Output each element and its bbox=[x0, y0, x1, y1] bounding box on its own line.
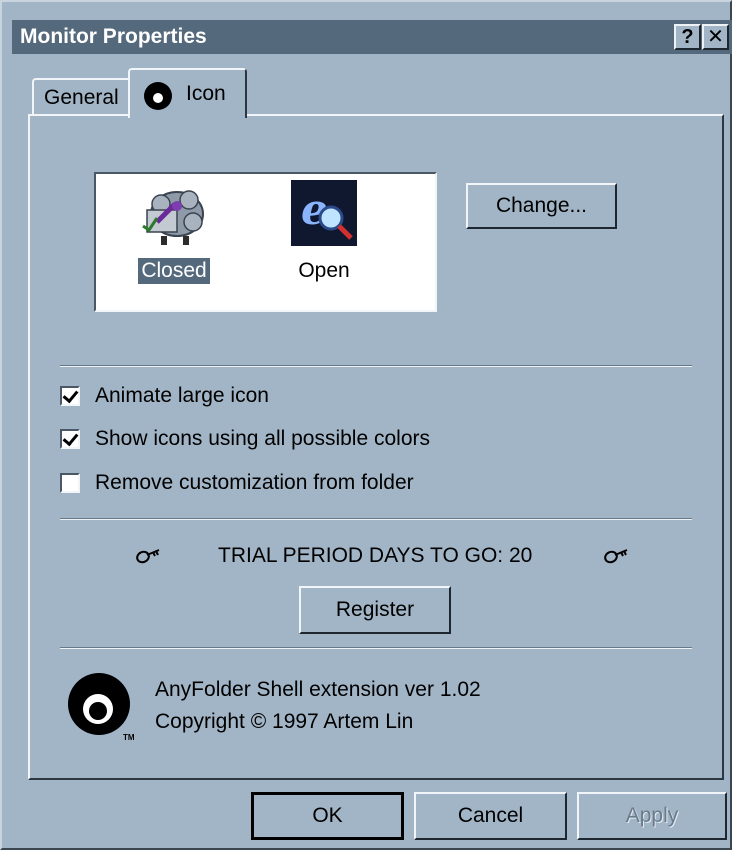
animate-large-icon-checkbox[interactable]: Animate large icon bbox=[60, 384, 269, 408]
open-icon-item[interactable]: e Open bbox=[284, 180, 364, 284]
key-icon bbox=[136, 549, 160, 564]
internet-explorer-magnifier-icon: e bbox=[291, 180, 357, 246]
separator bbox=[60, 365, 692, 367]
icon-preview-box: Closed e Open bbox=[94, 172, 437, 312]
checkbox-label: Show icons using all possible colors bbox=[95, 427, 431, 450]
trademark-mark: TM bbox=[123, 733, 135, 742]
apply-button[interactable]: Apply bbox=[577, 792, 727, 840]
closed-label: Closed bbox=[137, 257, 211, 285]
tab-general[interactable]: General bbox=[32, 78, 132, 116]
show-all-colors-checkbox[interactable]: Show icons using all possible colors bbox=[60, 427, 430, 451]
register-button[interactable]: Register bbox=[299, 586, 451, 634]
about-product-text: AnyFolder Shell extension ver 1.02 bbox=[155, 678, 481, 701]
remove-customization-checkbox[interactable]: Remove customization from folder bbox=[60, 471, 414, 495]
trial-period-text: TRIAL PERIOD DAYS TO GO: 20 bbox=[218, 544, 533, 567]
about-copyright-text: Copyright © 1997 Artem Lin bbox=[155, 710, 414, 733]
tab-icon[interactable]: Icon bbox=[128, 68, 247, 118]
tab-general-label: General bbox=[44, 86, 119, 109]
checkbox-label: Remove customization from folder bbox=[95, 471, 414, 494]
sheep-folder-icon bbox=[142, 190, 204, 245]
open-label: Open bbox=[298, 259, 350, 282]
key-icon bbox=[604, 549, 628, 564]
closed-icon-item[interactable]: Closed bbox=[134, 182, 214, 285]
anyfolder-logo-icon: TM bbox=[68, 673, 135, 742]
change-button[interactable]: Change... bbox=[466, 183, 617, 229]
title-bar[interactable]: Monitor Properties ? ✕ bbox=[12, 20, 732, 54]
cancel-button[interactable]: Cancel bbox=[414, 792, 567, 840]
anyfolder-logo-icon bbox=[144, 82, 172, 110]
checkbox-box[interactable] bbox=[60, 473, 80, 493]
help-button[interactable]: ? bbox=[674, 24, 701, 50]
separator bbox=[60, 518, 692, 520]
checkbox-box[interactable] bbox=[60, 429, 80, 449]
close-button[interactable]: ✕ bbox=[702, 24, 729, 50]
properties-dialog: Monitor Properties ? ✕ General Icon Clos… bbox=[0, 0, 732, 850]
separator bbox=[60, 647, 692, 649]
checkbox-label: Animate large icon bbox=[95, 384, 269, 407]
ok-button[interactable]: OK bbox=[251, 792, 404, 840]
checkbox-box[interactable] bbox=[60, 386, 80, 406]
window-title: Monitor Properties bbox=[20, 25, 207, 48]
tab-icon-label: Icon bbox=[186, 82, 226, 105]
